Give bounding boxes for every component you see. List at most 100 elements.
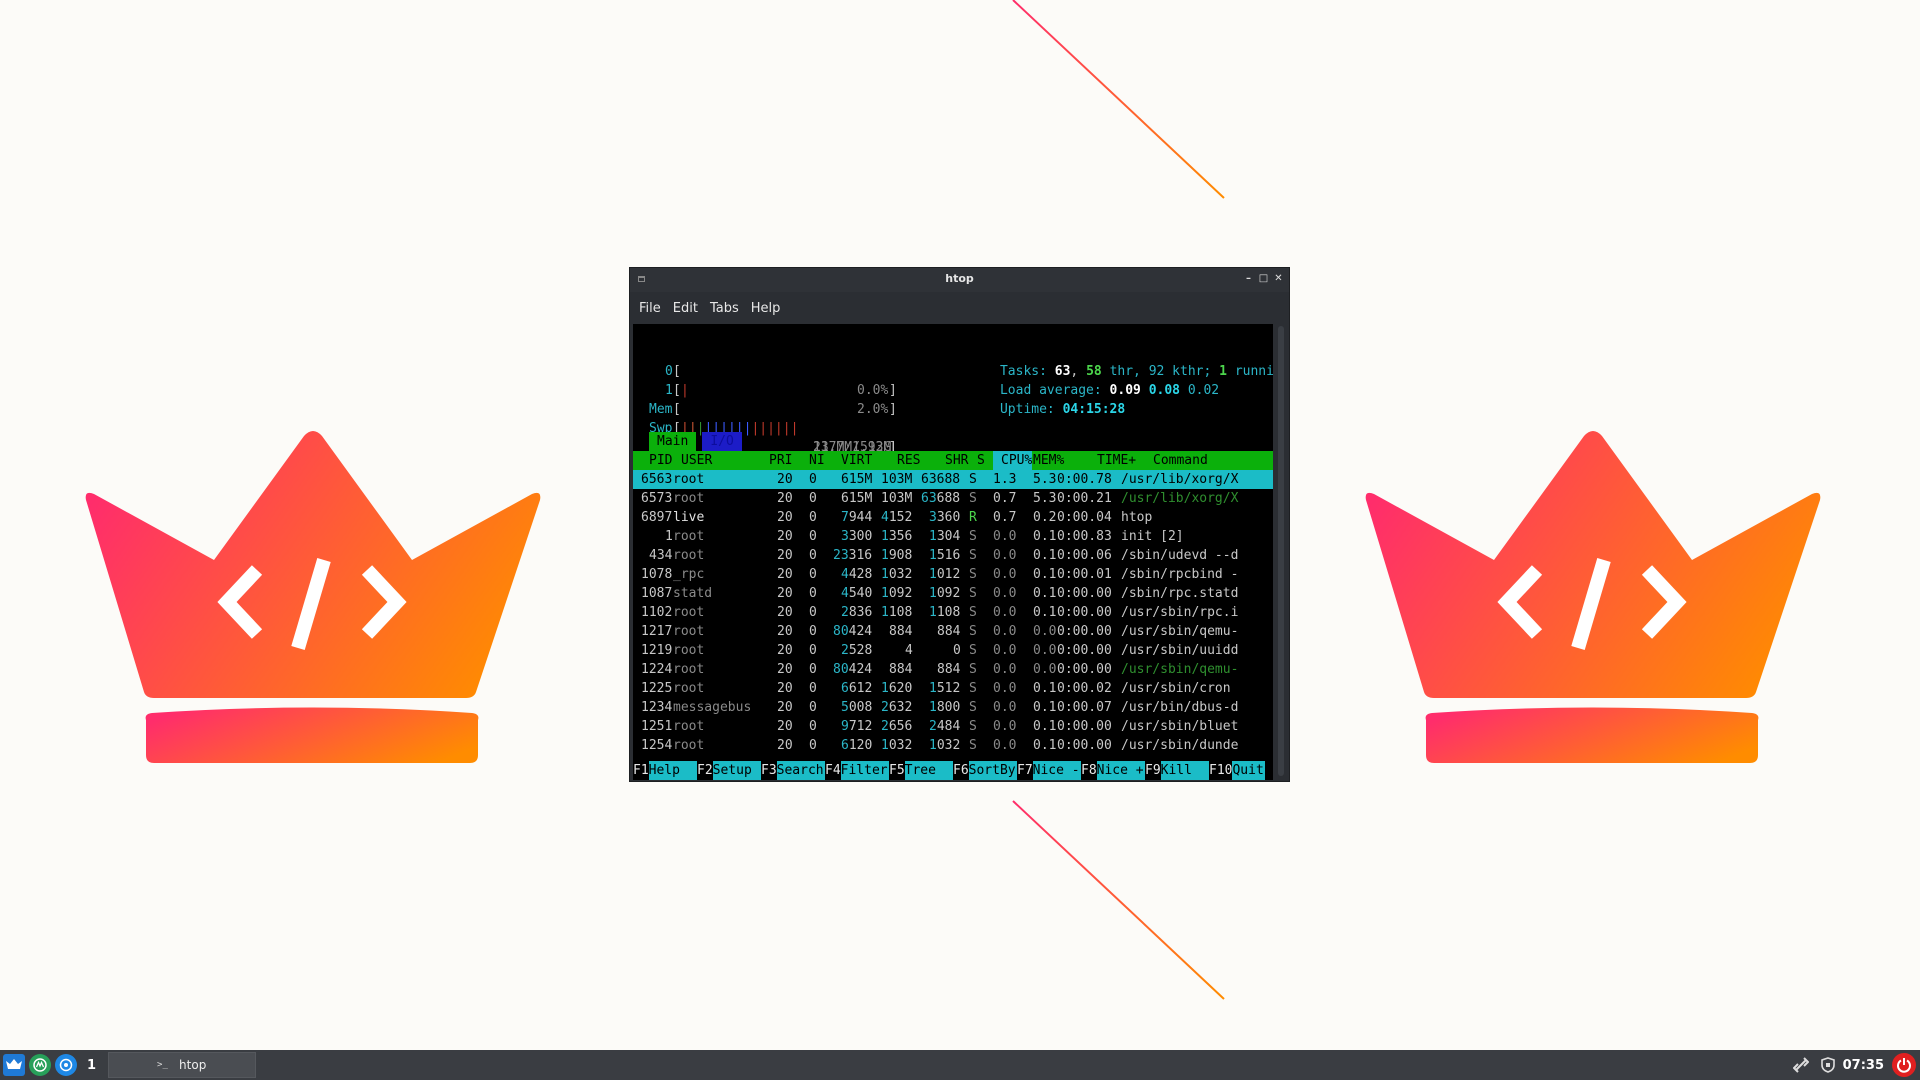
power-icon[interactable] <box>1892 1053 1916 1077</box>
process-cell-shr: 2484 <box>929 719 961 734</box>
network-icon[interactable] <box>1792 1057 1809 1073</box>
fkey-tree[interactable]: F5 Tree <box>889 761 953 780</box>
process-cell-virt: 4540 <box>841 586 873 601</box>
process-row[interactable]: 434 root 20 0 23316 1908 1516 S 0.0 0.1 0:00.06/sb… <box>633 546 1273 565</box>
process-row[interactable]: 6563 root 20 0 615M 103M 63688 S 1.3 5.3 0:00.78/u… <box>633 470 1273 489</box>
process-row[interactable]: 1219 root 20 0 2528 4 0 S 0.0 0.0 0:00.00/usr/sbin… <box>633 641 1273 660</box>
process-cell-user: root <box>673 719 705 734</box>
taskbar-item-label: htop <box>179 1058 207 1072</box>
fkey-kill[interactable]: F9 Kill <box>1145 761 1209 780</box>
fkey-label: Help <box>648 761 697 780</box>
process-cell-shr: 1512 <box>929 681 961 696</box>
browser-icon[interactable] <box>55 1054 77 1076</box>
minimize-icon[interactable]: – <box>1244 268 1253 290</box>
process-cell-s: S <box>969 662 977 677</box>
process-cell-time: 0:00.02 <box>1057 681 1112 696</box>
fkey-help[interactable]: F1 Help <box>633 761 697 780</box>
tab-main[interactable]: Main <box>649 432 697 451</box>
process-cell-cpu: 0.0 <box>993 529 1017 544</box>
process-cell-command: init [2] <box>1121 529 1184 544</box>
process-row[interactable]: 1254 root 20 0 6120 1032 1032 S 0.0 0.1 0:00.00/us… <box>633 736 1273 755</box>
menu-file[interactable]: File <box>639 301 669 316</box>
col-user[interactable]: USER <box>681 451 712 470</box>
col-virt[interactable]: VIRT <box>841 451 872 470</box>
process-cell-shr: 1092 <box>929 586 961 601</box>
taskbar-item-htop[interactable]: >_ htop <box>108 1052 257 1078</box>
process-cell-time: 0:00.21 <box>1057 491 1112 506</box>
process-cell-cpu: 0.0 <box>993 567 1017 582</box>
process-row[interactable]: 1087 statd 20 0 4540 1092 1092 S 0.0 0.1 0:00.00/s… <box>633 584 1273 603</box>
process-cell-ni: 0 <box>809 700 817 715</box>
fkey-nice[interactable]: F8 Nice + <box>1081 761 1145 780</box>
process-cell-ni: 0 <box>809 491 817 506</box>
col-shr[interactable]: SHR <box>945 451 968 470</box>
process-cell-s: S <box>969 605 977 620</box>
terminal-scrollbar[interactable] <box>1276 324 1286 780</box>
fkey-quit[interactable]: F10 Quit <box>1209 761 1265 780</box>
col-res[interactable]: RES <box>897 451 920 470</box>
process-cell-command: /usr/sbin/dunde <box>1121 738 1239 753</box>
app-launcher-icon[interactable] <box>29 1054 51 1076</box>
process-cell-ni: 0 <box>809 567 817 582</box>
process-row[interactable]: 6573 root 20 0 615M 103M 63688 S 0.7 5.3 0:00.21/u… <box>633 489 1273 508</box>
col-mem[interactable]: MEM% <box>1033 451 1064 470</box>
fkey-nice[interactable]: F7 Nice - <box>1017 761 1081 780</box>
process-cell-pid: 1234 <box>641 700 673 715</box>
scrollbar-thumb[interactable] <box>1278 326 1284 776</box>
menu-tabs[interactable]: Tabs <box>710 301 747 316</box>
col-time[interactable]: TIME+ <box>1097 451 1136 470</box>
process-cell-virt: 6120 <box>841 738 873 753</box>
process-cell-command: /usr/bin/dbus-d <box>1121 700 1239 715</box>
fkey-label: Nice - <box>1032 761 1081 780</box>
fkey-sortby[interactable]: F6 SortBy <box>953 761 1017 780</box>
window-titlebar[interactable]: htop – □ ✕ <box>630 268 1289 292</box>
process-cell-time: 0:00.06 <box>1057 548 1112 563</box>
clock[interactable]: 07:35 <box>1843 1058 1884 1073</box>
fkey-filter[interactable]: F4 Filter <box>825 761 889 780</box>
process-cell-s: S <box>969 491 977 506</box>
col-state[interactable]: S <box>977 451 985 470</box>
process-cell-mem: 0.1 <box>1033 681 1057 696</box>
process-cell-pri: 20 <box>777 662 793 677</box>
fkey-label: Search <box>776 761 825 780</box>
fkey-setup[interactable]: F2 Setup <box>697 761 761 780</box>
process-cell-res: 1108 <box>881 605 913 620</box>
process-cell-ni: 0 <box>809 738 817 753</box>
process-cell-pid: 1087 <box>641 586 673 601</box>
col-ni[interactable]: NI <box>809 451 825 470</box>
process-cell-virt: 9712 <box>841 719 873 734</box>
tab-io[interactable]: I/O <box>702 432 742 451</box>
process-row[interactable]: 1 root 20 0 3300 1356 1304 S 0.0 0.1 0:00.83 init [… <box>633 527 1273 546</box>
htop-tabs: Main I/O <box>649 432 742 451</box>
menu-edit[interactable]: Edit <box>673 301 706 316</box>
process-cell-pid: 6563 <box>641 472 673 487</box>
process-row[interactable]: 1225 root 20 0 6612 1620 1512 S 0.0 0.1 0:00.02/us… <box>633 679 1273 698</box>
process-cell-shr: 3360 <box>929 510 961 525</box>
col-pid[interactable]: PID <box>649 451 672 470</box>
fkey-search[interactable]: F3 Search <box>761 761 825 780</box>
process-cell-pri: 20 <box>777 700 793 715</box>
close-icon[interactable]: ✕ <box>1274 268 1283 290</box>
maximize-icon[interactable]: □ <box>1259 268 1268 290</box>
start-menu-icon[interactable] <box>3 1054 25 1076</box>
process-row[interactable]: 1078 _rpc 20 0 4428 1032 1012 S 0.0 0.1 0:00.01/sb… <box>633 565 1273 584</box>
process-row[interactable]: 6897 live 20 0 7944 4152 3360 R 0.7 0.2 0:00.04 hto… <box>633 508 1273 527</box>
terminal-screen[interactable]: 0[ 0.0%] 1[| 2.0%] Mem[ ||||||||||||||| … <box>633 324 1273 780</box>
process-cell-command: /usr/sbin/qemu- <box>1121 624 1239 639</box>
process-cell-time: 0:00.04 <box>1057 510 1112 525</box>
workspace-indicator[interactable]: 1 <box>87 1058 96 1073</box>
process-row[interactable]: 1251 root 20 0 9712 2656 2484 S 0.0 0.1 0:00.00/us… <box>633 717 1273 736</box>
process-row[interactable]: 1224 root 20 0 80424 884 884 S 0.0 0.0 0:00.00/usr… <box>633 660 1273 679</box>
process-row[interactable]: 1234 messagebus 20 0 5008 2632 1800 S 0.0 0.1 0:00… <box>633 698 1273 717</box>
process-cell-mem: 0.1 <box>1033 586 1057 601</box>
col-command[interactable]: Command <box>1153 451 1208 470</box>
security-shield-icon[interactable] <box>1820 1057 1835 1073</box>
process-cell-user: root <box>673 738 705 753</box>
col-cpu[interactable]: CPU% <box>993 451 1033 470</box>
process-row[interactable]: 1102 root 20 0 2836 1108 1108 S 0.0 0.1 0:00.00/us… <box>633 603 1273 622</box>
process-cell-time: 0:00.01 <box>1057 567 1112 582</box>
menu-help[interactable]: Help <box>751 301 789 316</box>
process-row[interactable]: 1217 root 20 0 80424 884 884 S 0.0 0.0 0:00.00/usr… <box>633 622 1273 641</box>
process-cell-cpu: 0.0 <box>993 586 1017 601</box>
col-pri[interactable]: PRI <box>769 451 792 470</box>
